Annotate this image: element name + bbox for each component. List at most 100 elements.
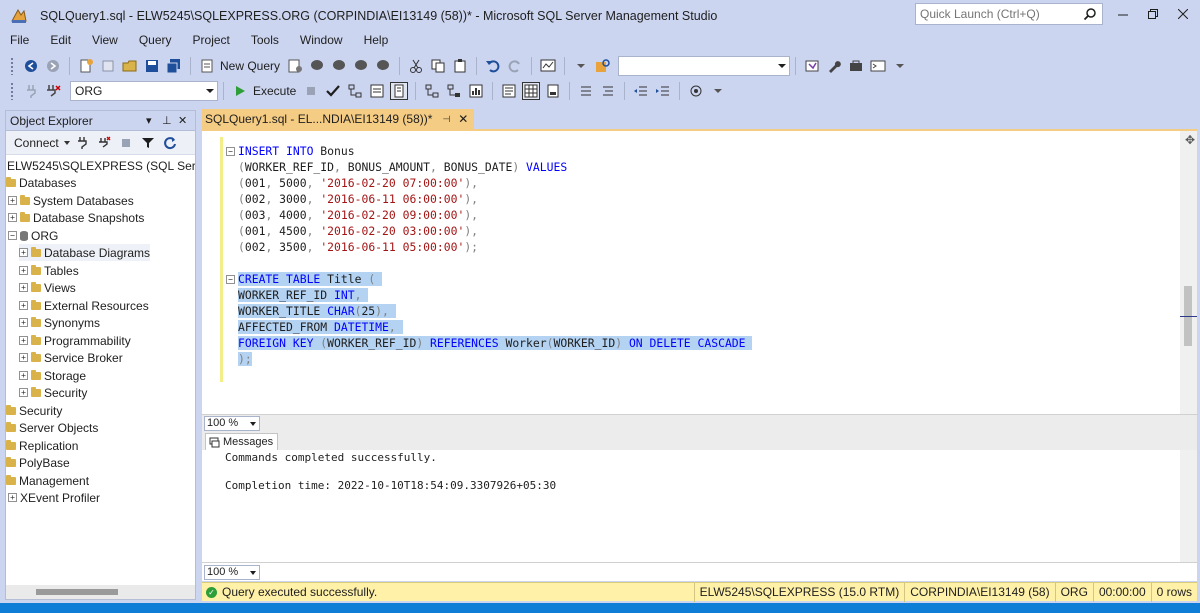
horizontal-scrollbar[interactable] bbox=[6, 585, 195, 599]
tree-node-org-security[interactable]: + Security bbox=[19, 384, 87, 401]
tree-node-server-objects[interactable]: Server Objects bbox=[6, 419, 98, 436]
vertical-scrollbar[interactable] bbox=[1180, 450, 1197, 562]
tree-node-polybase[interactable]: PolyBase bbox=[6, 454, 70, 471]
expand-icon[interactable]: + bbox=[19, 283, 28, 292]
tree-node-org[interactable]: − ORG bbox=[8, 227, 58, 244]
expand-icon[interactable]: + bbox=[19, 336, 28, 345]
menu-view[interactable]: View bbox=[82, 32, 129, 50]
query-editor[interactable]: − INSERT INTO Bonus (WORKER_REF_ID, BONUS_… bbox=[202, 129, 1197, 416]
add-item-icon[interactable] bbox=[99, 57, 117, 75]
close-icon[interactable]: ✕ bbox=[178, 114, 187, 127]
expand-icon[interactable]: + bbox=[8, 196, 17, 205]
new-project-icon[interactable] bbox=[77, 57, 95, 75]
tree-node-replication[interactable]: Replication bbox=[6, 437, 78, 454]
pin-icon[interactable]: ⊥ bbox=[162, 114, 172, 127]
toolbar-grip[interactable] bbox=[10, 57, 14, 75]
database-engine-query-icon[interactable] bbox=[286, 57, 304, 75]
toolbar-grip[interactable] bbox=[10, 82, 14, 100]
results-to-file-icon[interactable] bbox=[544, 82, 562, 100]
split-icon[interactable]: ✥ bbox=[1185, 133, 1195, 147]
code-line[interactable]: (001, 5000, '2016-02-20 07:00:00'), bbox=[238, 175, 752, 191]
messages-panel[interactable]: Commands completed successfully. Complet… bbox=[202, 450, 1197, 562]
menu-window[interactable]: Window bbox=[290, 32, 354, 50]
tree-node-views[interactable]: + Views bbox=[19, 279, 76, 296]
open-file-icon[interactable] bbox=[121, 57, 139, 75]
code-line[interactable]: (003, 4000, '2016-02-20 09:00:00'), bbox=[238, 207, 752, 223]
customize-icon[interactable] bbox=[709, 82, 727, 100]
menu-query[interactable]: Query bbox=[129, 32, 183, 50]
uncomment-icon[interactable] bbox=[599, 82, 617, 100]
quick-launch-box[interactable] bbox=[915, 3, 1103, 25]
menu-help[interactable]: Help bbox=[354, 32, 400, 50]
dax-query-icon[interactable] bbox=[374, 57, 392, 75]
code-line[interactable]: − INSERT INTO Bonus bbox=[226, 143, 752, 159]
code-area[interactable]: − INSERT INTO Bonus (WORKER_REF_ID, BONUS_… bbox=[226, 143, 753, 367]
menu-project[interactable]: Project bbox=[183, 32, 241, 50]
tree-node-service-broker[interactable]: + Service Broker bbox=[19, 349, 123, 366]
filter-icon[interactable] bbox=[139, 134, 157, 152]
connect-icon[interactable] bbox=[22, 82, 40, 100]
collapse-icon[interactable]: − bbox=[226, 147, 235, 156]
save-all-icon[interactable] bbox=[165, 57, 183, 75]
expand-icon[interactable]: + bbox=[19, 388, 28, 397]
dmx-query-icon[interactable] bbox=[330, 57, 348, 75]
comment-out-icon[interactable] bbox=[577, 82, 595, 100]
cut-icon[interactable] bbox=[407, 57, 425, 75]
expand-icon[interactable]: + bbox=[19, 371, 28, 380]
decrease-indent-icon[interactable] bbox=[632, 82, 650, 100]
tree-node-tables[interactable]: + Tables bbox=[19, 262, 79, 279]
solution-explorer-icon[interactable] bbox=[803, 57, 821, 75]
quick-launch-input[interactable] bbox=[916, 7, 1076, 21]
execute-button[interactable]: Execute bbox=[253, 84, 296, 98]
tree-node-storage[interactable]: + Storage bbox=[19, 367, 86, 384]
collapse-icon[interactable]: − bbox=[8, 231, 17, 240]
tree-node-programmability[interactable]: + Programmability bbox=[19, 332, 131, 349]
new-query-button[interactable]: New Query bbox=[220, 59, 280, 73]
tree-node-system-databases[interactable]: + System Databases bbox=[8, 192, 134, 209]
tree-node-xevent-profiler[interactable]: + XEvent Profiler bbox=[8, 489, 100, 506]
editor-zoom-combo[interactable]: 100 % bbox=[204, 416, 260, 431]
include-actual-plan-icon[interactable] bbox=[423, 82, 441, 100]
chevron-down-icon[interactable] bbox=[63, 139, 71, 147]
expand-icon[interactable]: + bbox=[19, 353, 28, 362]
refresh-icon[interactable] bbox=[161, 134, 179, 152]
code-line[interactable]: (002, 3000, '2016-06-11 06:00:00'), bbox=[238, 191, 752, 207]
tree-node-security[interactable]: Security bbox=[6, 402, 62, 419]
undo-icon[interactable] bbox=[484, 57, 502, 75]
wrench-icon[interactable] bbox=[825, 57, 843, 75]
close-icon[interactable]: ✕ bbox=[458, 112, 468, 126]
code-line[interactable]: AFFECTED_FROM DATETIME, bbox=[238, 319, 752, 335]
disconnect-icon[interactable] bbox=[95, 134, 113, 152]
paste-icon[interactable] bbox=[451, 57, 469, 75]
stop-icon[interactable] bbox=[302, 82, 320, 100]
change-connection-icon[interactable] bbox=[44, 82, 62, 100]
activity-monitor-icon[interactable] bbox=[539, 57, 557, 75]
menu-file[interactable]: File bbox=[0, 32, 40, 50]
vertical-scrollbar[interactable]: ✥ bbox=[1180, 131, 1197, 416]
dropdown-icon[interactable] bbox=[572, 57, 590, 75]
close-window-button[interactable] bbox=[1170, 4, 1196, 24]
tree-node-external-resources[interactable]: + External Resources bbox=[19, 297, 149, 314]
code-line[interactable]: FOREIGN KEY (WORKER_REF_ID) REFERENCES W… bbox=[238, 335, 753, 351]
scrollbar-thumb[interactable] bbox=[36, 589, 118, 595]
pin-icon[interactable]: ⊣ bbox=[442, 114, 450, 125]
parse-checkmark-icon[interactable] bbox=[324, 82, 342, 100]
code-line[interactable] bbox=[238, 255, 752, 271]
forward-icon[interactable] bbox=[44, 57, 62, 75]
results-zoom-combo[interactable]: 100 % bbox=[204, 565, 260, 580]
results-to-grid-icon[interactable] bbox=[522, 82, 541, 100]
xmla-query-icon[interactable] bbox=[352, 57, 370, 75]
tab-messages[interactable]: Messages bbox=[205, 433, 279, 450]
tree-node-management[interactable]: Management bbox=[6, 472, 89, 489]
customize-icon[interactable] bbox=[891, 57, 909, 75]
collapse-icon[interactable]: − bbox=[226, 275, 235, 284]
code-line[interactable]: WORKER_REF_ID INT, bbox=[238, 287, 752, 303]
connect-button[interactable]: Connect bbox=[14, 136, 59, 150]
mdx-query-icon[interactable] bbox=[308, 57, 326, 75]
increase-indent-icon[interactable] bbox=[654, 82, 672, 100]
client-statistics-icon[interactable] bbox=[467, 82, 485, 100]
code-line[interactable]: (001, 4500, '2016-02-20 03:00:00'), bbox=[238, 223, 752, 239]
code-line[interactable]: − CREATE TABLE Title ( bbox=[226, 271, 752, 287]
code-line[interactable]: (WORKER_REF_ID, BONUS_AMOUNT, BONUS_DATE… bbox=[238, 159, 752, 175]
command-window-icon[interactable] bbox=[869, 57, 887, 75]
